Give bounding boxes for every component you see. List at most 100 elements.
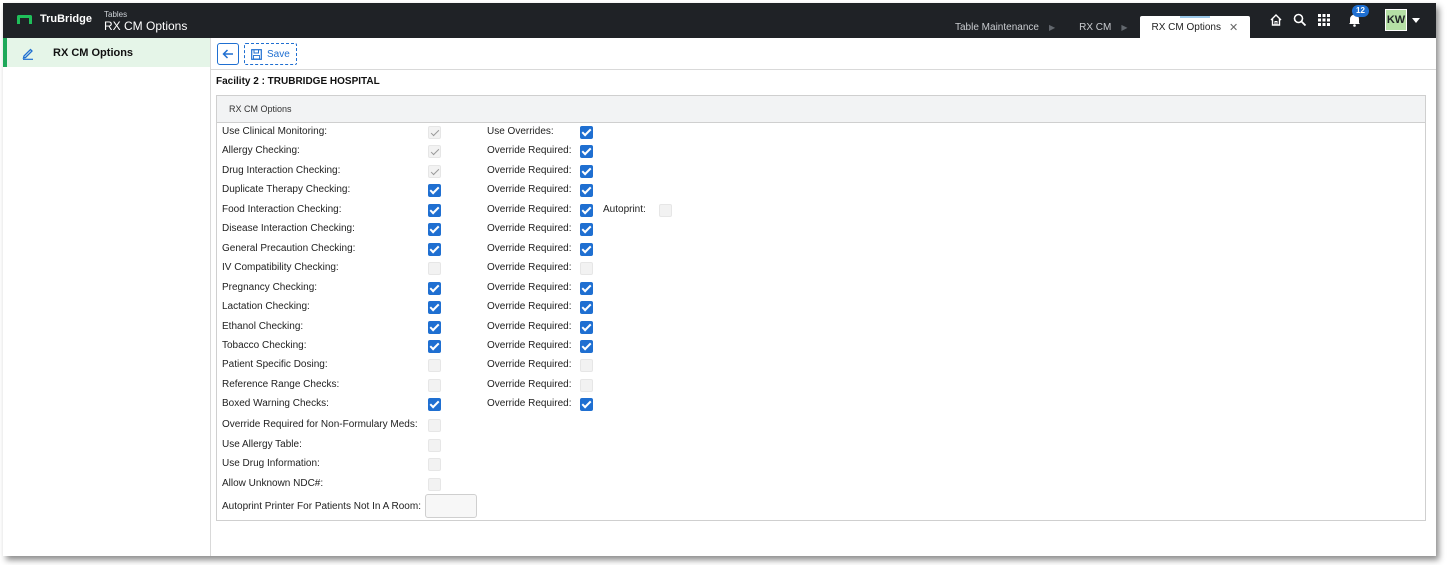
search-icon[interactable]: [1289, 9, 1311, 31]
tab-label: RX CM Options: [1151, 21, 1221, 33]
option-label: Boxed Warning Checks:: [222, 398, 329, 410]
option-row-food-interaction-checking: Food Interaction Checking: Override Requi…: [217, 202, 1425, 221]
override-label: Override Required:: [487, 301, 572, 313]
option-checkbox[interactable]: [428, 126, 441, 139]
tab-table-maintenance[interactable]: Table Maintenance ▶: [943, 16, 1067, 38]
override-checkbox[interactable]: [580, 262, 593, 276]
chevron-right-icon: ▶: [1121, 22, 1128, 32]
option-checkbox[interactable]: [428, 438, 441, 452]
override-checkbox[interactable]: [580, 398, 593, 412]
option-row-drug-interaction-checking: Drug Interaction Checking: Override Requi…: [217, 163, 1425, 182]
override-label: Override Required:: [487, 164, 572, 176]
override-checkbox[interactable]: [580, 145, 593, 159]
option-row-reference-range-checks: Reference Range Checks: Override Required…: [217, 377, 1425, 396]
brand-logo[interactable]: TruBridge: [17, 13, 92, 25]
option-checkbox[interactable]: [428, 281, 441, 295]
override-label: Override Required:: [487, 398, 572, 410]
tab-rx-cm-options[interactable]: RX CM Options ✕: [1139, 16, 1251, 38]
option-row-use-allergy-table: Use Allergy Table:: [217, 437, 1425, 456]
user-avatar[interactable]: KW: [1385, 9, 1407, 31]
section-label: Tables: [104, 10, 128, 19]
override-label: Use Overrides:: [487, 126, 554, 137]
option-checkbox[interactable]: [428, 419, 441, 432]
option-label: Override Required for Non-Formulary Meds…: [222, 419, 418, 430]
autoprint-checkbox[interactable]: [659, 203, 672, 217]
tab-label: Table Maintenance: [955, 21, 1039, 33]
option-label: Disease Interaction Checking:: [222, 223, 355, 235]
option-label: Drug Interaction Checking:: [222, 164, 341, 176]
brand-name: TruBridge: [40, 13, 92, 25]
override-label: Override Required:: [487, 262, 572, 274]
option-checkbox[interactable]: [428, 398, 441, 412]
override-label: Override Required:: [487, 281, 572, 293]
option-checkbox[interactable]: [428, 359, 441, 373]
home-icon[interactable]: [1265, 9, 1287, 31]
override-checkbox[interactable]: [580, 126, 593, 139]
sidebar-item-rx-cm-options[interactable]: RX CM Options: [3, 38, 210, 67]
override-checkbox[interactable]: [580, 320, 593, 334]
override-label: Override Required:: [487, 359, 572, 371]
back-button[interactable]: [217, 43, 239, 65]
sidebar-item-label: RX CM Options: [53, 46, 134, 59]
override-label: Override Required:: [487, 339, 572, 351]
override-checkbox[interactable]: [580, 242, 593, 256]
tab-strip: Table Maintenance ▶ RX CM ▶ RX CM Option…: [943, 16, 1251, 38]
option-checkbox[interactable]: [428, 145, 441, 159]
autoprint-printer-label: Autoprint Printer For Patients Not In A …: [222, 501, 421, 512]
autoprint-label: Autoprint:: [603, 203, 646, 215]
override-checkbox[interactable]: [580, 339, 593, 353]
override-label: Override Required:: [487, 223, 572, 235]
option-checkbox[interactable]: [428, 458, 441, 471]
notifications-button[interactable]: 12: [1343, 5, 1369, 31]
override-checkbox[interactable]: [580, 301, 593, 315]
autoprint-printer-row: Autoprint Printer For Patients Not In A …: [217, 494, 1425, 513]
option-checkbox[interactable]: [428, 184, 441, 198]
option-label: Use Clinical Monitoring:: [222, 126, 328, 137]
page-title: RX CM Options: [104, 19, 188, 33]
option-checkbox[interactable]: [428, 301, 441, 315]
override-label: Override Required:: [487, 203, 572, 215]
header-tools: 12 KW: [1265, 5, 1420, 31]
override-checkbox[interactable]: [580, 359, 593, 373]
override-checkbox[interactable]: [580, 184, 593, 198]
option-label: Tobacco Checking:: [222, 339, 307, 351]
option-row-general-precaution-checking: General Precaution Checking: Override Req…: [217, 241, 1425, 260]
apps-grid-icon[interactable]: [1313, 9, 1335, 31]
option-label: IV Compatibility Checking:: [222, 262, 339, 274]
option-row-use-drug-information: Use Drug Information:: [217, 456, 1425, 475]
app-window: TruBridge Tables RX CM Options Table Mai…: [3, 3, 1436, 556]
option-label: Food Interaction Checking:: [222, 203, 342, 215]
option-row-use-clinical-monitoring: Use Clinical Monitoring: Use Overrides:: [217, 124, 1425, 143]
override-label: Override Required:: [487, 242, 572, 254]
chevron-down-icon[interactable]: [1412, 17, 1420, 23]
action-toolbar: Save: [211, 38, 1436, 70]
option-row-patient-specific-dosing: Patient Specific Dosing: Override Require…: [217, 357, 1425, 376]
autoprint-printer-input[interactable]: [425, 494, 477, 518]
save-button[interactable]: Save: [244, 43, 297, 65]
option-checkbox[interactable]: [428, 203, 441, 217]
option-label: Ethanol Checking:: [222, 320, 304, 332]
option-checkbox[interactable]: [428, 262, 441, 276]
option-label: Pregnancy Checking:: [222, 281, 318, 293]
option-checkbox[interactable]: [428, 477, 441, 491]
override-checkbox[interactable]: [580, 164, 593, 178]
close-icon[interactable]: ✕: [1229, 21, 1238, 34]
option-checkbox[interactable]: [428, 223, 441, 237]
option-checkbox[interactable]: [428, 339, 441, 353]
override-checkbox[interactable]: [580, 203, 593, 217]
override-label: Override Required:: [487, 145, 572, 157]
option-checkbox[interactable]: [428, 320, 441, 334]
top-bar: TruBridge Tables RX CM Options Table Mai…: [3, 3, 1436, 38]
facility-heading: Facility 2 : TRUBRIDGE HOSPITAL: [216, 76, 380, 87]
option-checkbox[interactable]: [428, 378, 441, 392]
override-checkbox[interactable]: [580, 378, 593, 392]
tab-label: RX CM: [1079, 21, 1112, 33]
override-checkbox[interactable]: [580, 281, 593, 295]
save-icon: [251, 48, 262, 60]
override-checkbox[interactable]: [580, 223, 593, 237]
override-label: Override Required:: [487, 320, 572, 332]
option-checkbox[interactable]: [428, 242, 441, 256]
tab-rx-cm[interactable]: RX CM ▶: [1067, 16, 1139, 38]
panel-title: RX CM Options: [217, 96, 1425, 123]
option-checkbox[interactable]: [428, 164, 441, 178]
